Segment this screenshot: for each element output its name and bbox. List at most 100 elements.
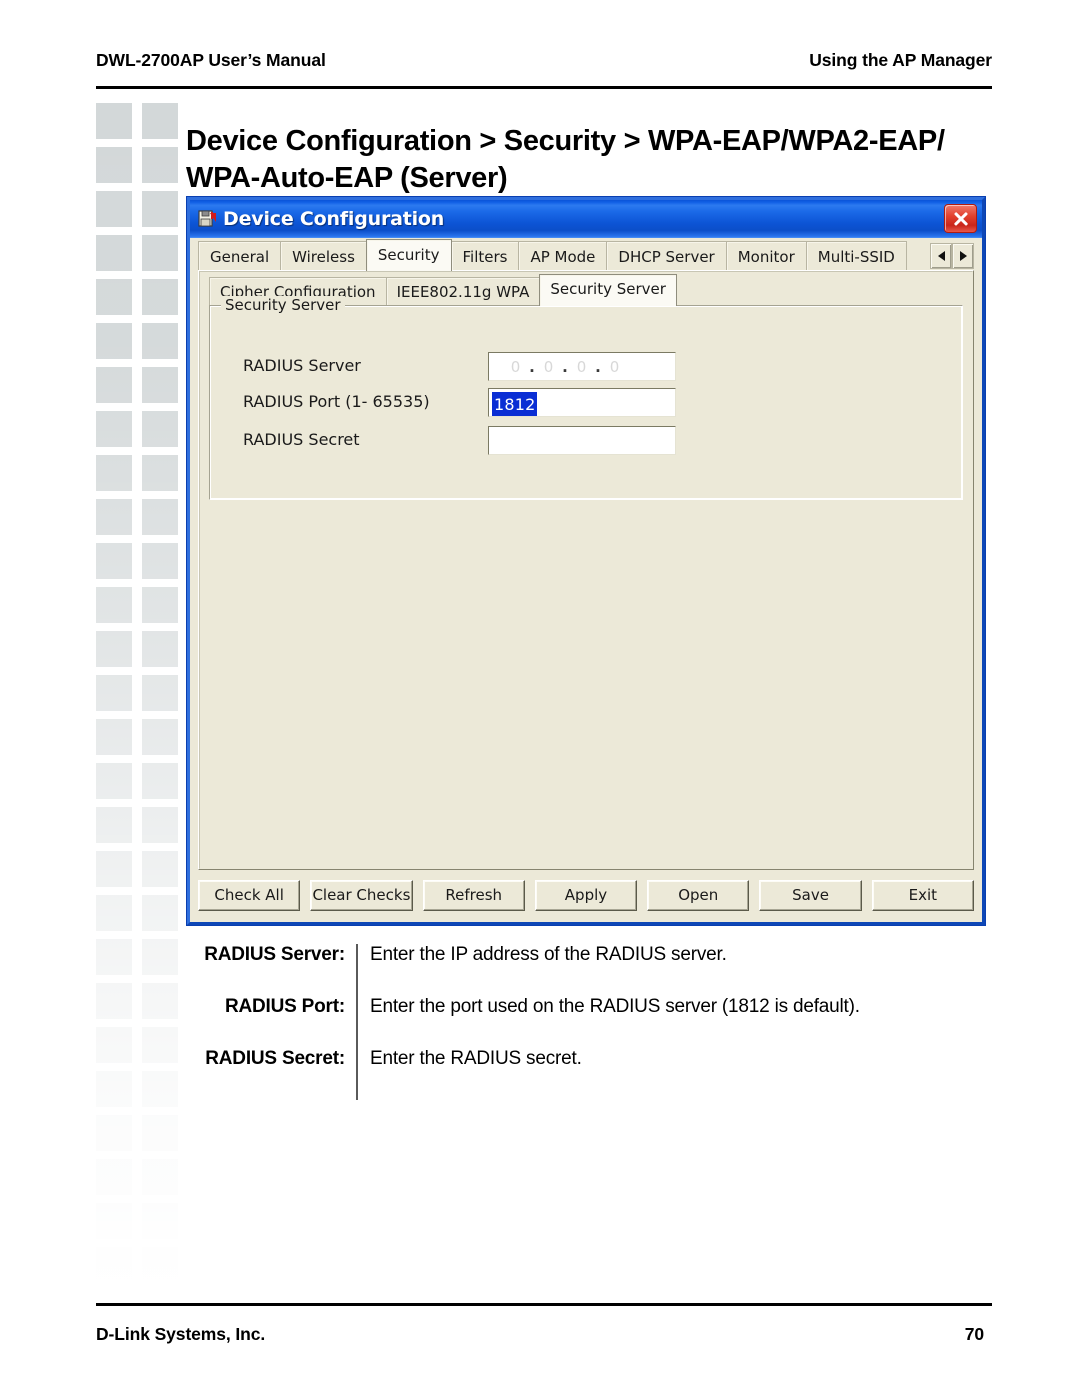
field-row-radius-port: RADIUS Port (1- 65535) 1812 [210, 388, 962, 418]
radius-server-input[interactable]: 0 . 0 . 0 . 0 [488, 352, 676, 381]
field-row-radius-server: RADIUS Server 0 . 0 . 0 . 0 [210, 352, 962, 382]
decorative-square [142, 1203, 178, 1239]
description-text: Enter the IP address of the RADIUS serve… [370, 944, 727, 965]
radius-port-label: RADIUS Port (1- 65535) [243, 392, 430, 411]
decorative-square [142, 103, 178, 139]
device-configuration-dialog: Device Configuration General Wireless Se… [186, 196, 986, 926]
ip-separator-3: . [595, 357, 602, 376]
decorative-square [142, 675, 178, 711]
decorative-square [142, 147, 178, 183]
footer-divider-rule [96, 1303, 992, 1306]
tab-general[interactable]: General [198, 241, 282, 271]
save-button[interactable]: Save [759, 879, 862, 911]
decorative-square [96, 1159, 132, 1195]
decorative-square [96, 939, 132, 975]
decorative-square [142, 1115, 178, 1151]
tab-filters[interactable]: Filters [450, 241, 520, 271]
dialog-titlebar[interactable]: Device Configuration [190, 200, 982, 238]
ip-segment-1: 0 [510, 357, 522, 376]
decorative-square [142, 1159, 178, 1195]
security-tab-page: Cipher Configuration IEEE802.11g WPA Sec… [198, 270, 974, 870]
decorative-square [142, 1247, 178, 1283]
subtab-security-server[interactable]: Security Server [539, 274, 677, 306]
tab-scroll-prev-button[interactable] [930, 243, 952, 269]
ip-separator-2: . [562, 357, 569, 376]
decorative-square [142, 279, 178, 315]
device-config-icon [197, 209, 217, 229]
apply-button[interactable]: Apply [534, 879, 638, 911]
dialog-client-area: General Wireless Security Filters AP Mod… [190, 238, 982, 922]
decorative-square [96, 1247, 132, 1283]
decorative-square [96, 1071, 132, 1107]
tab-monitor[interactable]: Monitor [725, 241, 807, 271]
decorative-square [96, 631, 132, 667]
decorative-square [142, 851, 178, 887]
ip-segment-3: 0 [576, 357, 588, 376]
dialog-button-bar: Check All Clear Checks Refresh Apply Ope… [198, 874, 974, 916]
description-term: RADIUS Server: [204, 944, 345, 965]
tab-scroll-buttons [930, 241, 974, 271]
tab-security[interactable]: Security [365, 239, 452, 271]
close-icon[interactable] [944, 204, 977, 233]
refresh-button[interactable]: Refresh [422, 879, 525, 911]
decorative-square [142, 895, 178, 931]
ip-address-mask: 0 . 0 . 0 . 0 [489, 353, 675, 380]
decorative-square [142, 455, 178, 491]
tab-multi-ssid[interactable]: Multi-SSID [805, 241, 907, 271]
exit-button[interactable]: Exit [871, 879, 974, 911]
tab-dhcp-server[interactable]: DHCP Server [606, 241, 727, 271]
decorative-square [142, 1027, 178, 1063]
decorative-square [96, 1115, 132, 1151]
subtab-ieee80211g-wpa[interactable]: IEEE802.11g WPA [385, 277, 541, 306]
field-description-list: RADIUS Server: Enter the IP address of t… [196, 944, 996, 1100]
check-all-button[interactable]: Check All [198, 879, 301, 911]
decorative-square [142, 763, 178, 799]
decorative-square-grid [96, 103, 180, 1288]
description-term: RADIUS Port: [224, 996, 345, 1017]
decorative-square [142, 411, 178, 447]
decorative-square [142, 983, 178, 1019]
decorative-square [96, 587, 132, 623]
radius-secret-input[interactable] [488, 426, 676, 455]
tab-scroll-next-button[interactable] [952, 243, 974, 269]
decorative-square [96, 851, 132, 887]
manual-name: DWL-2700AP User’s Manual [96, 50, 326, 70]
decorative-square [96, 367, 132, 403]
decorative-square [142, 587, 178, 623]
clear-checks-button[interactable]: Clear Checks [310, 879, 413, 911]
decorative-square [142, 631, 178, 667]
open-button[interactable]: Open [647, 879, 750, 911]
decorative-square [96, 895, 132, 931]
triangle-left-icon [937, 251, 945, 261]
decorative-square [96, 1203, 132, 1239]
decorative-square [142, 235, 178, 271]
decorative-square [142, 939, 178, 975]
decorative-square [96, 1027, 132, 1063]
dialog-title-text: Device Configuration [223, 208, 445, 230]
groupbox-legend: Security Server [221, 296, 345, 314]
decorative-square [96, 499, 132, 535]
tab-wireless[interactable]: Wireless [280, 241, 367, 271]
company-name: D-Link Systems, Inc. [96, 1324, 266, 1344]
decorative-square [96, 719, 132, 755]
header-divider-rule [96, 86, 992, 89]
decorative-square [96, 279, 132, 315]
radius-port-input[interactable]: 1812 [488, 388, 676, 417]
decorative-square [96, 103, 132, 139]
tab-ap-mode[interactable]: AP Mode [518, 241, 608, 271]
decorative-square [142, 807, 178, 843]
description-text: Enter the RADIUS secret. [370, 1048, 582, 1069]
decorative-square [96, 411, 132, 447]
description-term: RADIUS Secret: [205, 1048, 345, 1069]
radius-port-value: 1812 [492, 392, 537, 416]
decorative-square [142, 367, 178, 403]
ip-segment-2: 0 [543, 357, 555, 376]
decorative-square [96, 807, 132, 843]
chapter-name: Using the AP Manager [809, 50, 992, 70]
triangle-right-icon [959, 251, 967, 261]
decorative-square [142, 543, 178, 579]
decorative-square [142, 499, 178, 535]
description-row: RADIUS Secret: Enter the RADIUS secret. [196, 1048, 996, 1100]
decorative-square [142, 323, 178, 359]
security-server-groupbox: Security Server RADIUS Server 0 . 0 . 0 … [209, 296, 963, 500]
